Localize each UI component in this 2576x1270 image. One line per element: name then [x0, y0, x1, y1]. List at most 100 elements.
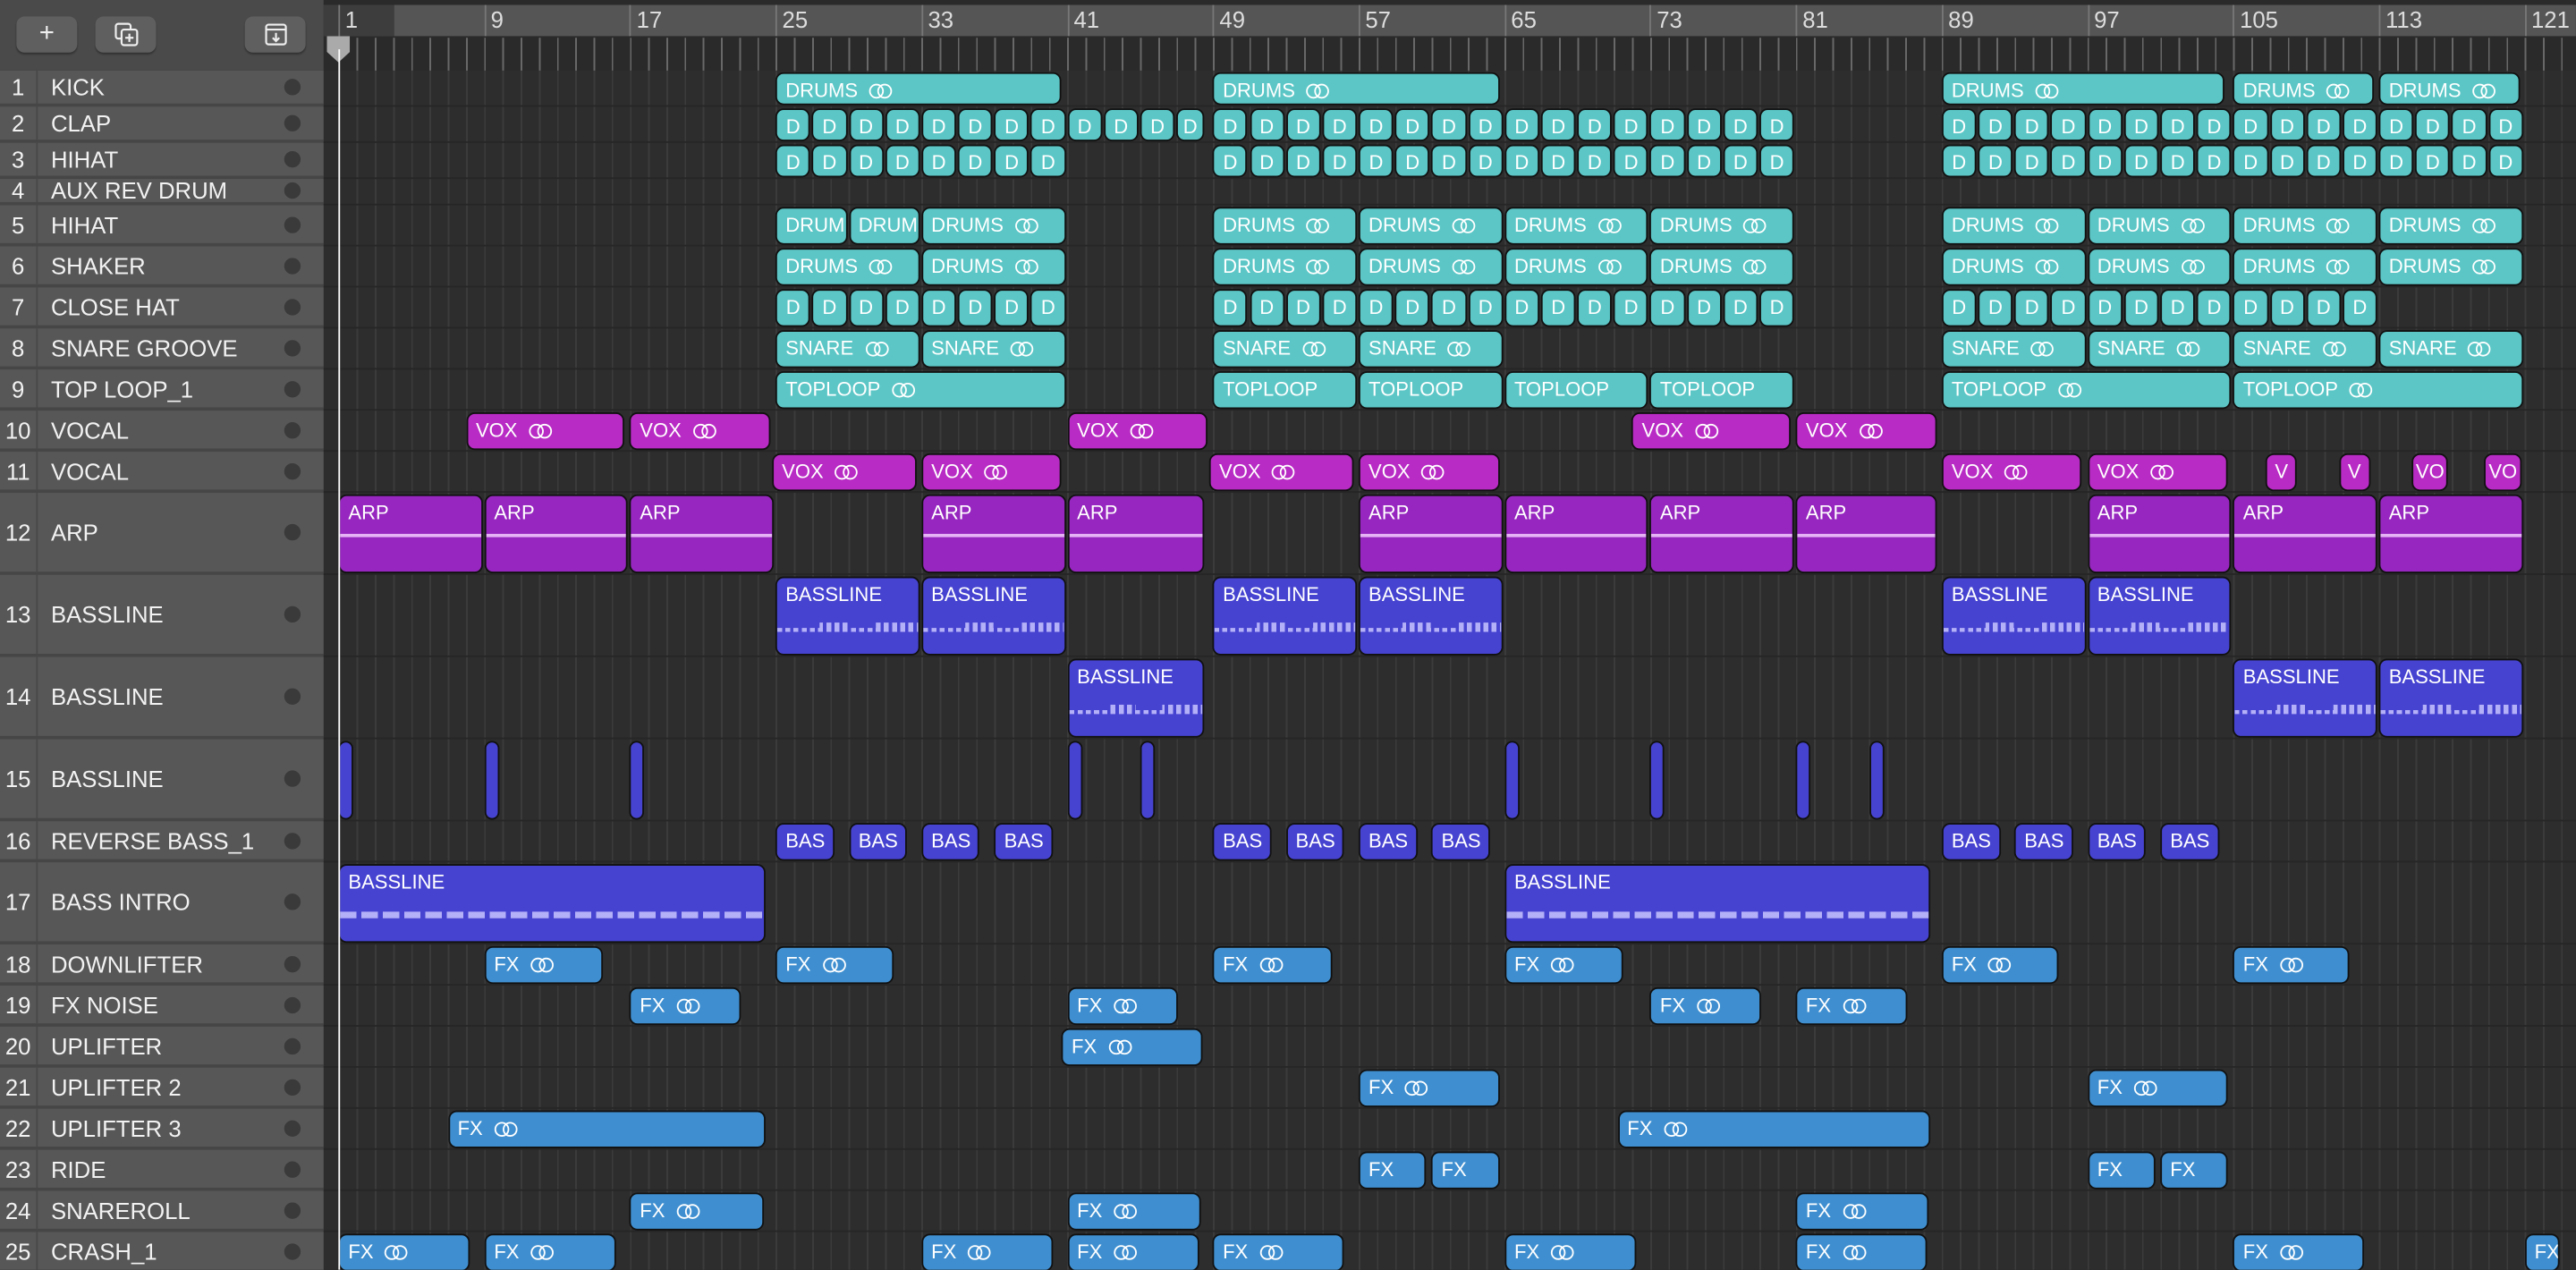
region[interactable]: BASSLINE — [1213, 576, 1358, 656]
region[interactable]: D — [1431, 289, 1467, 327]
track-header[interactable]: 6 SHAKER — [0, 246, 324, 288]
record-enable-icon[interactable] — [284, 150, 301, 168]
region[interactable]: D — [1686, 289, 1722, 327]
track-header[interactable]: 14 BASSLINE — [0, 656, 324, 740]
region[interactable]: DRUM — [848, 207, 920, 245]
track-name[interactable]: SHAKER — [51, 247, 146, 284]
region[interactable]: D — [1504, 108, 1539, 141]
record-enable-icon[interactable] — [284, 1160, 301, 1177]
region[interactable]: D — [1030, 289, 1066, 327]
region[interactable]: D — [1030, 144, 1066, 178]
region[interactable]: SNARE — [1213, 330, 1358, 368]
region[interactable]: BAS — [848, 823, 908, 861]
region[interactable]: D — [994, 108, 1030, 141]
region[interactable]: D — [1285, 144, 1321, 178]
region[interactable]: DRUMS — [1213, 72, 1500, 106]
import-button[interactable] — [244, 16, 306, 53]
region[interactable]: FX — [2087, 1069, 2228, 1107]
region[interactable]: D — [848, 144, 884, 178]
region[interactable]: BASSLINE — [2378, 658, 2523, 738]
region[interactable]: D — [1213, 289, 1248, 327]
region[interactable]: D — [1759, 289, 1795, 327]
region[interactable]: VOX — [1631, 412, 1791, 451]
region[interactable]: D — [2306, 108, 2342, 141]
region[interactable]: D — [1249, 108, 1284, 141]
track-header[interactable]: 11 VOCAL — [0, 452, 324, 494]
region[interactable]: D — [1978, 289, 2013, 327]
region[interactable]: D — [1468, 144, 1504, 178]
region[interactable]: D — [994, 144, 1030, 178]
track-header[interactable]: 12 ARP — [0, 493, 324, 575]
region[interactable]: FX — [1431, 1151, 1500, 1190]
record-enable-icon[interactable] — [284, 955, 301, 972]
track-name[interactable]: AUX REV DRUM — [51, 177, 227, 203]
region[interactable]: ARP — [338, 494, 483, 574]
region[interactable]: ARP — [1504, 494, 1649, 574]
track-header[interactable]: 17 BASS INTRO — [0, 862, 324, 945]
track-header[interactable]: 18 DOWNLIFTER — [0, 944, 324, 986]
region[interactable]: D — [994, 289, 1030, 327]
track-name[interactable]: BASS INTRO — [51, 862, 191, 941]
region[interactable]: D — [2269, 289, 2305, 327]
track-lane[interactable]: FX FX FX FX — [323, 986, 2576, 1027]
track-header[interactable]: 24 SNAREROLL — [0, 1190, 324, 1232]
track-name[interactable]: DOWNLIFTER — [51, 944, 203, 982]
region[interactable]: DRUMS — [2087, 207, 2232, 245]
region[interactable]: BAS — [2160, 823, 2219, 861]
region[interactable]: D — [2051, 289, 2086, 327]
region[interactable]: D — [2269, 144, 2305, 178]
region[interactable]: D — [1686, 108, 1722, 141]
track-name[interactable]: SNAREROLL — [51, 1191, 191, 1229]
track-header[interactable]: 10 VOCAL — [0, 411, 324, 453]
track-header[interactable]: 16 REVERSE BASS_1 — [0, 821, 324, 863]
region[interactable]: V — [2266, 453, 2298, 492]
track-name[interactable]: VOCAL — [51, 411, 129, 448]
region[interactable]: VOX — [1067, 412, 1208, 451]
region[interactable]: D — [775, 289, 811, 327]
track-lane[interactable]: FX FX FX FX FX FX — [323, 944, 2576, 986]
region[interactable]: DRUMS — [921, 207, 1066, 245]
region[interactable]: BASSLINE — [775, 576, 920, 656]
region[interactable]: ARP — [2087, 494, 2232, 574]
region[interactable]: BASSLINE — [921, 576, 1066, 656]
region[interactable] — [630, 741, 645, 820]
region[interactable]: SNARE — [2087, 330, 2232, 368]
region[interactable]: BAS — [1213, 823, 1272, 861]
region[interactable]: D — [1285, 289, 1321, 327]
region[interactable]: FX — [2160, 1151, 2228, 1190]
region[interactable]: TOPLOOP — [775, 371, 1066, 410]
track-name[interactable]: HIHAT — [51, 143, 118, 176]
region[interactable]: D — [1431, 144, 1467, 178]
region[interactable]: DRUMS — [1213, 248, 1358, 286]
track-lane[interactable]: SNARE SNARE SNARE SNARE SNARE SNARE SNARE SNARE — [323, 328, 2576, 370]
region[interactable]: DRUMS — [1359, 207, 1504, 245]
region[interactable]: DRUMS — [2087, 248, 2232, 286]
record-enable-icon[interactable] — [284, 1078, 301, 1096]
region[interactable]: FX — [484, 1233, 616, 1270]
region[interactable]: DRUMS — [2233, 248, 2377, 286]
region[interactable]: BAS — [1285, 823, 1344, 861]
region[interactable]: D — [1359, 289, 1394, 327]
region[interactable]: D — [2306, 144, 2342, 178]
region[interactable]: BAS — [1941, 823, 2001, 861]
region[interactable]: VOX — [2087, 453, 2228, 492]
bar-ruler[interactable]: 1 9 17 25 33 41 49 57 65 73 81 89 97 105 113 121 — [323, 0, 2576, 71]
region[interactable]: D — [775, 144, 811, 178]
region[interactable]: D — [2014, 289, 2050, 327]
region[interactable]: D — [1140, 108, 1175, 141]
region[interactable]: D — [1941, 289, 1977, 327]
region[interactable]: D — [957, 108, 993, 141]
region[interactable]: BAS — [2087, 823, 2147, 861]
region[interactable]: TOPLOOP — [1213, 371, 1358, 410]
region[interactable]: DRUMS — [1941, 248, 2086, 286]
track-name[interactable]: UPLIFTER — [51, 1027, 162, 1064]
region[interactable]: ARP — [484, 494, 629, 574]
track-lane[interactable]: FX FX FX FX FX FX FX FX FX — [324, 1232, 2576, 1270]
region[interactable]: BAS — [921, 823, 980, 861]
track-header[interactable]: 2 CLAP — [0, 106, 324, 143]
region[interactable]: BAS — [1431, 823, 1490, 861]
region[interactable]: DRUMS — [1213, 207, 1358, 245]
region[interactable]: D — [921, 108, 957, 141]
region[interactable]: VOX — [1795, 412, 1936, 451]
region[interactable]: VOX — [465, 412, 625, 451]
